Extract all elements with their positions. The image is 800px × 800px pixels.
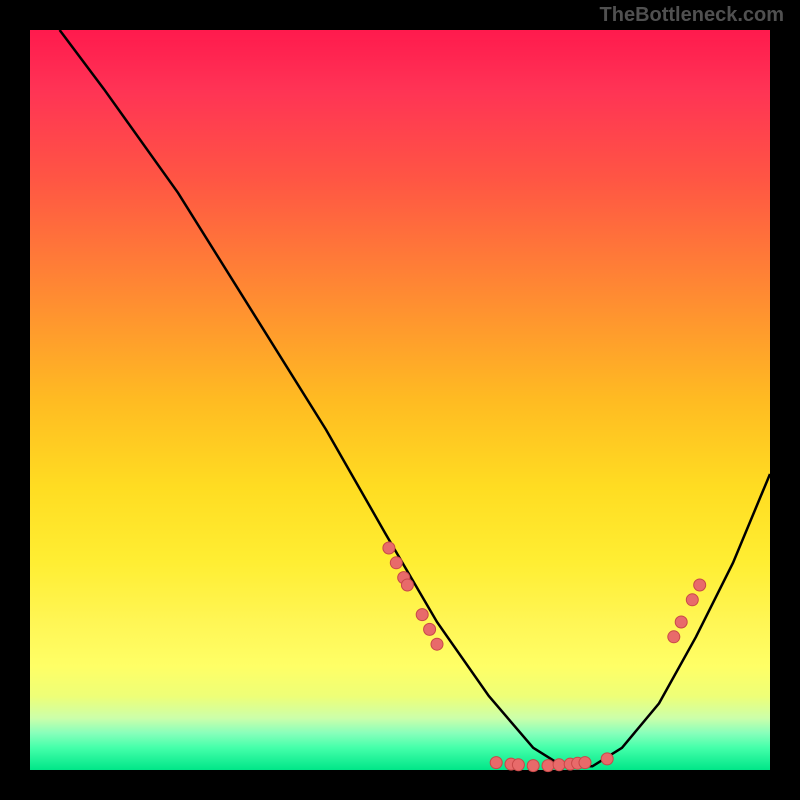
watermark-text: TheBottleneck.com <box>600 4 784 27</box>
data-marker <box>542 760 554 772</box>
data-marker <box>512 759 524 771</box>
data-marker <box>383 542 395 554</box>
data-marker <box>668 631 680 643</box>
data-markers <box>383 542 706 772</box>
data-marker <box>416 609 428 621</box>
data-marker <box>675 616 687 628</box>
data-marker <box>424 623 436 635</box>
data-marker <box>553 759 565 771</box>
data-marker <box>686 594 698 606</box>
data-marker <box>579 757 591 769</box>
data-marker <box>431 638 443 650</box>
data-marker <box>527 760 539 772</box>
chart-svg <box>30 30 770 770</box>
bottleneck-curve <box>60 30 770 766</box>
data-marker <box>601 753 613 765</box>
chart-plot-area <box>30 30 770 770</box>
data-marker <box>694 579 706 591</box>
data-marker <box>390 557 402 569</box>
data-marker <box>401 579 413 591</box>
data-marker <box>490 757 502 769</box>
